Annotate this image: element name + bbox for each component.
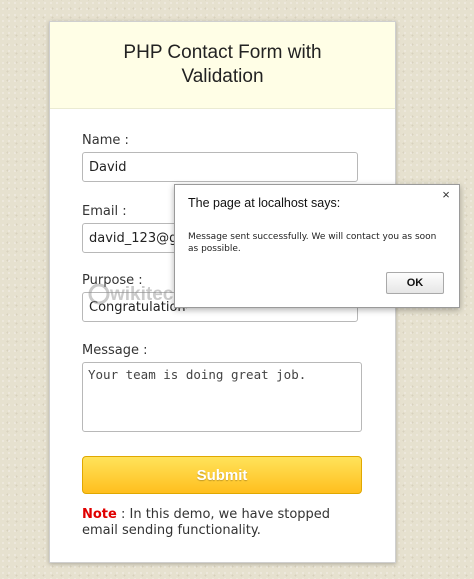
email-label: Email : xyxy=(82,204,127,219)
submit-button[interactable]: Submit xyxy=(82,456,362,494)
form-header: PHP Contact Form with Validation xyxy=(50,22,395,109)
message-textarea[interactable]: Your team is doing great job. xyxy=(82,362,362,432)
name-input[interactable]: David xyxy=(82,152,358,182)
close-icon[interactable]: × xyxy=(439,188,453,202)
name-label: Name : xyxy=(82,133,129,148)
demo-note: Note : In this demo, we have stopped ema… xyxy=(82,507,362,539)
note-text: : In this demo, we have stopped email se… xyxy=(82,507,331,538)
ok-button[interactable]: OK xyxy=(386,272,444,294)
note-label: Note xyxy=(82,507,117,522)
dialog-title: The page at localhost says: xyxy=(188,196,341,210)
dialog-message: Message sent successfully. We will conta… xyxy=(188,232,437,254)
message-label: Message : xyxy=(82,343,148,358)
form-title: PHP Contact Form with Validation xyxy=(123,42,322,87)
alert-dialog: The page at localhost says: × Message se… xyxy=(174,184,460,308)
